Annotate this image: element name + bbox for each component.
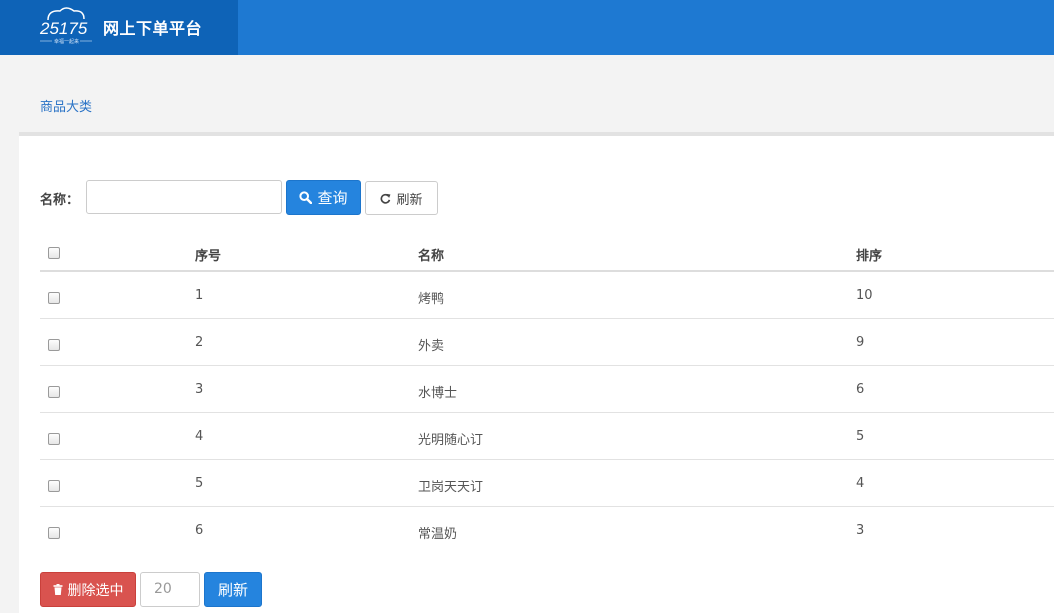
- row-name: 卫岗天天订: [418, 480, 484, 495]
- table-row[interactable]: 2 外卖 9: [40, 319, 1054, 366]
- table-row[interactable]: 4 光明随心订 5: [40, 413, 1054, 460]
- refresh-button[interactable]: 刷新: [365, 181, 438, 215]
- row-checkbox[interactable]: [48, 527, 60, 539]
- refresh-icon: [380, 193, 391, 204]
- row-sort: 9: [856, 335, 865, 350]
- row-sort: 6: [856, 382, 865, 397]
- row-no: 2: [195, 335, 204, 350]
- table-header: 序号 名称 排序: [40, 232, 1054, 272]
- brand-logo: 25175 幸福一起来: [39, 7, 92, 45]
- query-button[interactable]: 查询: [286, 180, 361, 215]
- row-sort: 4: [856, 476, 865, 491]
- row-name: 水博士: [418, 386, 458, 401]
- delete-selected-button[interactable]: 删除选中: [40, 572, 136, 607]
- row-no: 6: [195, 523, 204, 538]
- bottom-refresh-label: 刷新: [217, 581, 248, 599]
- row-checkbox[interactable]: [48, 292, 60, 304]
- select-all-checkbox[interactable]: [48, 247, 60, 259]
- row-sort: 3: [856, 523, 865, 538]
- row-checkbox[interactable]: [48, 480, 60, 492]
- row-name: 常温奶: [418, 527, 458, 542]
- row-checkbox[interactable]: [48, 433, 60, 445]
- refresh-button-label: 刷新: [396, 192, 423, 208]
- column-header-no[interactable]: 序号: [195, 245, 221, 264]
- search-label: 名称：: [40, 193, 80, 208]
- table-row[interactable]: 6 常温奶 3: [40, 507, 1054, 554]
- table-row[interactable]: 5 卫岗天天订 4: [40, 460, 1054, 507]
- table-row[interactable]: 3 水博士 6: [40, 366, 1054, 413]
- brand-area[interactable]: 25175 幸福一起来 网上下单平台: [0, 0, 238, 55]
- row-name: 烤鸭: [418, 292, 445, 307]
- row-sort: 10: [856, 288, 873, 303]
- row-sort: 5: [856, 429, 865, 444]
- logo-tagline: 幸福一起来: [54, 38, 79, 45]
- row-no: 3: [195, 382, 204, 397]
- trash-icon: [53, 584, 63, 595]
- name-search-input[interactable]: [86, 180, 282, 214]
- content-panel: 名称： 查询 刷新 序号 名称 排序 1 烤鸭 10 2 外卖 9 3 水博士 …: [19, 132, 1054, 613]
- row-no: 4: [195, 429, 204, 444]
- row-checkbox[interactable]: [48, 339, 60, 351]
- row-name: 外卖: [418, 339, 445, 354]
- top-navbar: 25175 幸福一起来 网上下单平台: [0, 0, 1054, 55]
- row-checkbox[interactable]: [48, 386, 60, 398]
- logo-text: 25175: [39, 19, 88, 38]
- app-title: 网上下单平台: [103, 19, 203, 38]
- column-header-sort[interactable]: 排序: [856, 245, 882, 264]
- category-table: 序号 名称 排序 1 烤鸭 10 2 外卖 9 3 水博士 6 4 光明随心订 …: [40, 232, 1054, 554]
- page-size-input[interactable]: 20: [140, 572, 200, 607]
- search-icon: [299, 191, 313, 204]
- bottom-refresh-button[interactable]: 刷新: [204, 572, 262, 607]
- delete-selected-label: 删除选中: [67, 582, 124, 599]
- query-button-label: 查询: [317, 189, 348, 207]
- table-row[interactable]: 1 烤鸭 10: [40, 272, 1054, 319]
- breadcrumb-category[interactable]: 商品大类: [40, 96, 92, 115]
- column-header-name[interactable]: 名称: [418, 245, 444, 264]
- row-no: 1: [195, 288, 204, 303]
- row-no: 5: [195, 476, 204, 491]
- row-name: 光明随心订: [418, 433, 484, 448]
